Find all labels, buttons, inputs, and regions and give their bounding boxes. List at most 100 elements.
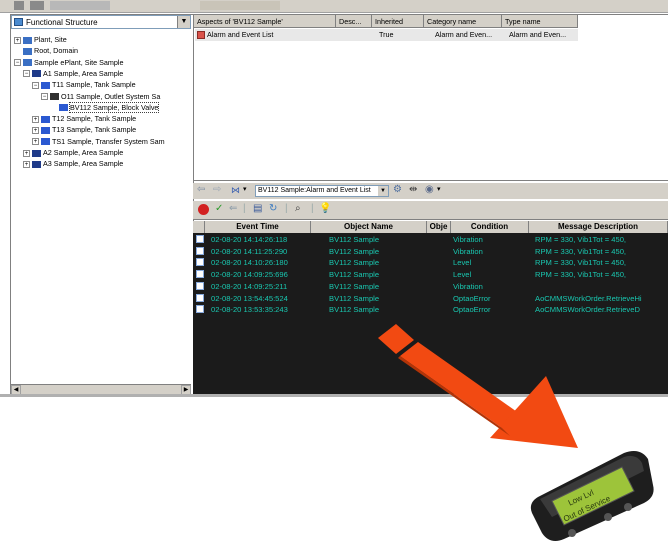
column-header-condition[interactable]: Condition [451, 221, 529, 233]
event-condition: Vibration [453, 281, 483, 291]
toolbar-icon[interactable] [14, 1, 24, 10]
pager-button[interactable] [604, 513, 612, 521]
tree-item[interactable]: + A3 Sample, Area Sample [23, 158, 123, 169]
toolbar-icon[interactable] [30, 1, 44, 10]
tree-item-label: A3 Sample, Area Sample [43, 159, 124, 169]
tree-item[interactable]: + Plant, Site [14, 34, 67, 45]
arrow-graphic [378, 324, 578, 448]
stop-icon[interactable] [198, 204, 209, 215]
search-icon[interactable]: ⌕ [295, 202, 301, 216]
tree-node-icon [41, 81, 50, 89]
column-header-check [193, 221, 205, 233]
toolbar-icons[interactable] [200, 1, 280, 10]
tree-item[interactable]: + T13 Sample, Tank Sample [32, 124, 136, 135]
expand-icon[interactable]: + [23, 160, 30, 168]
tree-item[interactable]: BV112 Sample, Block Valve [50, 101, 160, 113]
structure-select-value: Functional Structure [26, 18, 98, 27]
expand-icon[interactable]: + [32, 126, 39, 134]
acknowledge-checkbox[interactable] [196, 305, 204, 314]
event-list-select[interactable]: BV112 Sample:Alarm and Event List ▼ [255, 185, 389, 197]
page-icon[interactable]: ▤ [253, 202, 262, 216]
config-icon[interactable]: ⚙ [393, 183, 402, 197]
tree-item[interactable]: Root, Domain [14, 45, 78, 56]
expand-icon[interactable]: + [14, 36, 21, 44]
event-row[interactable]: 02-08-20 14:11:25:290 BV112 Sample Vibrati… [193, 246, 668, 257]
tree-item-label: Plant, Site [34, 35, 67, 44]
acknowledge-checkbox[interactable] [196, 235, 204, 243]
collapse-icon[interactable]: − [41, 93, 48, 101]
event-row[interactable]: 02-08-20 14:14:26:118 BV112 Sample Vibrati… [193, 234, 668, 245]
chevron-down-icon[interactable]: ▼ [378, 186, 388, 196]
back-arrow-icon[interactable]: ⇦ [197, 183, 205, 197]
aspect-category: Alarm and Even... [435, 30, 493, 39]
pager-button[interactable] [624, 503, 632, 511]
back-icon[interactable]: ⇐ [229, 202, 237, 216]
aspect-row[interactable]: Alarm and Event List True Alarm and Even… [195, 29, 578, 41]
tree-item[interactable]: + A2 Sample, Area Sample [23, 147, 123, 158]
tree-item[interactable]: − T11 Sample, Tank Sample [32, 79, 136, 90]
structure-select[interactable]: Functional Structure ▼ [11, 15, 191, 29]
event-row[interactable]: 02-08-20 14:10:26:180 BV112 Sample Level RP… [193, 257, 668, 268]
acknowledge-checkbox[interactable] [196, 281, 204, 290]
column-header-category[interactable]: Category name [424, 15, 502, 28]
arrow-shaft [400, 342, 520, 428]
expand-icon[interactable]: + [32, 115, 39, 123]
collapse-icon[interactable]: − [23, 70, 30, 78]
separator-icon: | [285, 203, 288, 214]
column-header-type[interactable]: Type name [502, 15, 578, 28]
event-object: BV112 Sample [329, 235, 380, 244]
event-object: BV112 Sample [329, 293, 380, 303]
column-header-desc[interactable]: Desc... [336, 15, 372, 28]
expand-icon[interactable]: + [32, 138, 39, 146]
acknowledge-checkbox[interactable] [196, 258, 204, 267]
chevron-down-icon[interactable]: ▾ [437, 183, 441, 197]
refresh-icon[interactable]: ↻ [269, 202, 277, 216]
tree-item[interactable]: − O11 Sample, Outlet System Sa [41, 91, 160, 102]
column-header-message[interactable]: Message Description [529, 221, 668, 233]
event-row[interactable]: 02-08-20 14:09:25:696 BV112 Sample Level RP… [193, 269, 668, 280]
event-time: 02-08-20 14:09:25:696 [211, 270, 288, 280]
event-row[interactable]: 02-08-20 13:54:45:524 BV112 Sample OptaoEr… [193, 293, 668, 304]
valve-icon[interactable]: ⋈ [231, 183, 240, 197]
tree-item[interactable]: − A1 Sample, Area Sample [23, 68, 123, 79]
chevron-down-icon[interactable]: ▼ [177, 16, 190, 28]
collapse-icon[interactable]: − [32, 81, 39, 89]
collapse-icon[interactable]: − [14, 59, 21, 67]
forward-arrow-icon[interactable]: ⇨ [213, 183, 221, 197]
acknowledge-checkbox[interactable] [196, 246, 204, 255]
acknowledge-checkbox[interactable] [196, 270, 204, 279]
event-object: BV112 Sample [329, 258, 380, 268]
acknowledge-check-icon[interactable]: ✓ [215, 202, 223, 216]
view-icon[interactable]: ◉ [425, 183, 434, 197]
chevron-down-icon[interactable]: ▾ [243, 183, 247, 197]
column-header-object-name[interactable]: Object Name [311, 221, 427, 233]
column-header-event-time[interactable]: Event Time [205, 221, 311, 233]
expand-icon[interactable]: + [23, 149, 30, 157]
acknowledge-checkbox[interactable] [196, 293, 204, 302]
pin-icon[interactable]: ⇹ [409, 183, 417, 197]
event-condition: Level [453, 258, 472, 268]
tree-item[interactable]: + TS1 Sample, Transfer System Sam [32, 136, 165, 147]
event-condition: Vibration [453, 235, 483, 244]
help-bulb-icon[interactable]: 💡 [319, 202, 331, 216]
event-condition: Level [453, 270, 472, 280]
structure-tree-pane: Functional Structure ▼ + Plant, Site Root,… [10, 14, 194, 396]
pager-button[interactable] [568, 529, 576, 537]
toolbar-field[interactable] [50, 1, 110, 10]
tree-node-icon [23, 59, 32, 67]
tree-item-label: Sample ePlant, Site Sample [34, 57, 124, 67]
column-header-object[interactable]: Obje [427, 221, 451, 233]
event-time: 02-08-20 14:10:26:180 [211, 258, 288, 268]
event-row[interactable]: 02-08-20 13:53:35:243 BV112 Sample OptaoEr… [193, 304, 668, 315]
event-condition: OptaoError [453, 293, 491, 303]
column-header-inherited[interactable]: Inherited [372, 15, 424, 28]
event-object: BV112 Sample [329, 281, 380, 291]
column-header-aspects[interactable]: Aspects of 'BV112 Sample' [194, 15, 336, 28]
tree-item[interactable]: − Sample ePlant, Site Sample [14, 57, 124, 68]
event-list-select-value: BV112 Sample:Alarm and Event List [258, 187, 371, 194]
event-condition: OptaoError [453, 305, 491, 315]
tree-item-label: TS1 Sample, Transfer System Sam [52, 136, 165, 146]
event-list-toolbar: ⇦ ⇨ ⋈ ▾ BV112 Sample:Alarm and Event Lis… [193, 183, 668, 199]
tree-item[interactable]: + T12 Sample, Tank Sample [32, 113, 136, 124]
event-row[interactable]: 02-08-20 14:09:25:211 BV112 Sample Vibrati… [193, 281, 668, 292]
